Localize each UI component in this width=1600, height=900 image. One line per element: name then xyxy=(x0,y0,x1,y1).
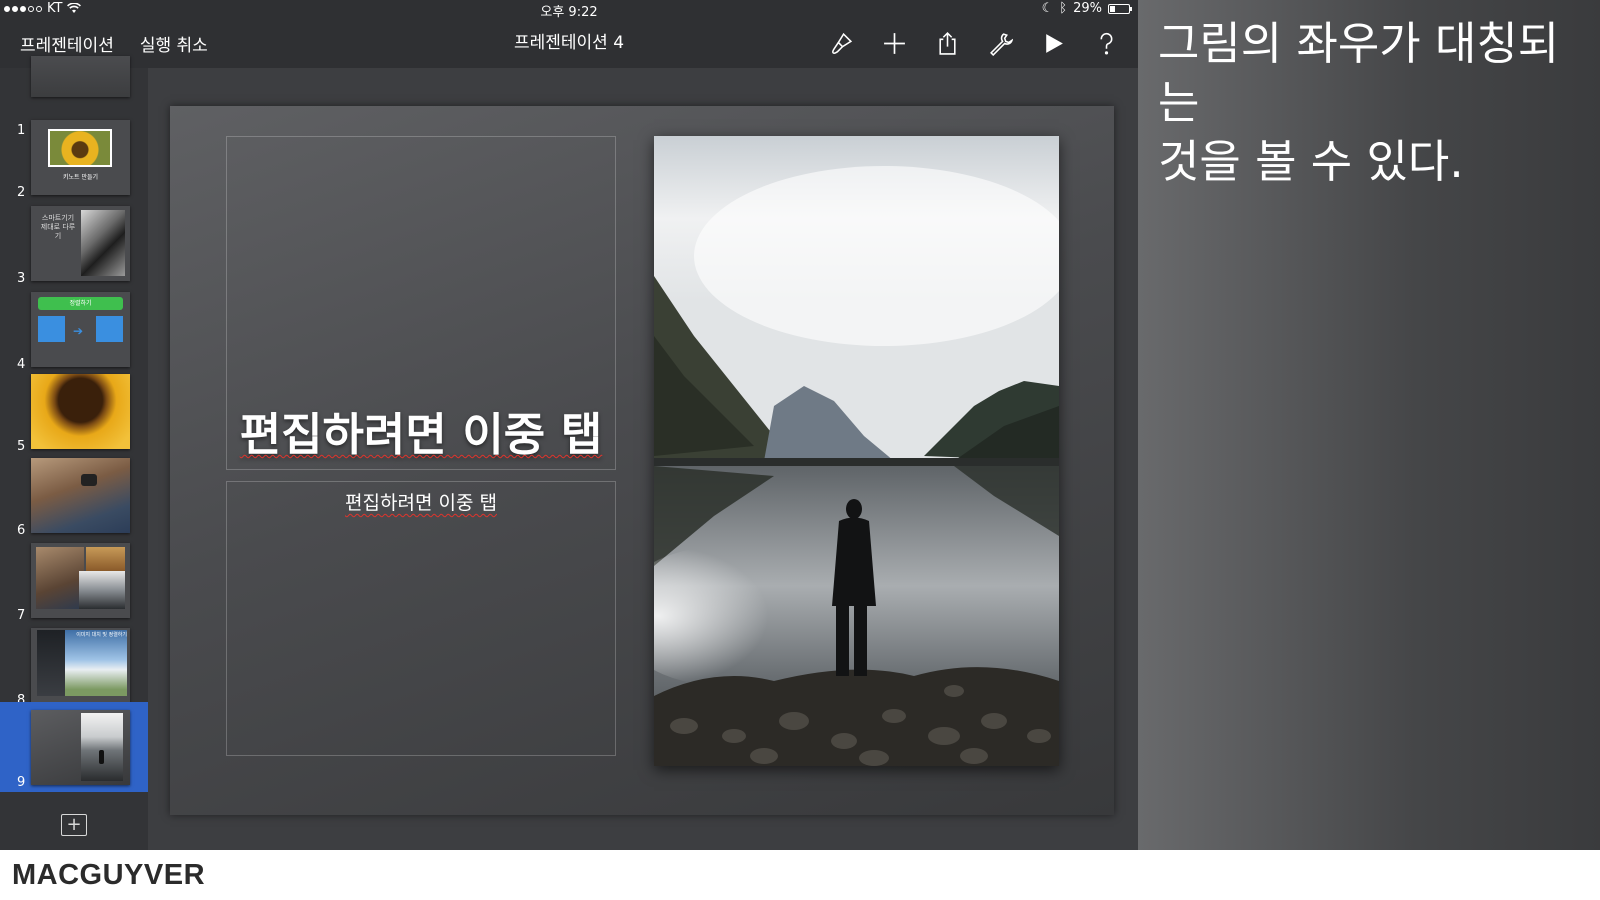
slide-number: 9 xyxy=(17,775,26,790)
back-button[interactable]: 프레젠테이션 xyxy=(20,31,114,56)
caption-panel: 그림의 좌우가 대칭되는 것을 볼 수 있다. xyxy=(1138,0,1600,850)
moon-icon: ☾ xyxy=(1041,1,1054,16)
caption-line-2: 것을 볼 수 있다. xyxy=(1158,135,1464,188)
lake-mountain-photo xyxy=(654,136,1059,766)
slide-thumbnail-5[interactable]: 5 xyxy=(0,372,148,456)
thumb-image: 키노트 만들기 xyxy=(31,120,130,195)
slide-thumbnail-9[interactable]: 9 xyxy=(0,702,148,792)
slide-thumbnail-4[interactable]: 정렬하기 ➔ 4 xyxy=(0,290,148,374)
thumb-image: 이미지 대치 및 정렬하기 xyxy=(31,628,130,703)
undo-button[interactable]: 실행 취소 xyxy=(140,31,208,56)
slide-navigator: 1 키노트 만들기 2 스마트기기 제대로 다루기 3 정렬하기 ➔ 4 5 6… xyxy=(0,56,149,850)
thumb-image: 정렬하기 ➔ xyxy=(31,292,130,367)
title-text-span: 편집하려면 이중 탭 xyxy=(239,408,603,461)
battery-percent: 29% xyxy=(1073,1,1102,16)
ipad-screen: KT 오후 9:22 ☾ ᛒ 29% 프레젠테이션 실행 취소 프레젠테이션 4 xyxy=(0,0,1138,850)
caption-text: 그림의 좌우가 대칭되는 것을 볼 수 있다. xyxy=(1158,14,1588,191)
bluetooth-icon: ᛒ xyxy=(1059,1,1068,16)
slide-number: 5 xyxy=(17,439,26,454)
thumb-caption: 정렬하기 xyxy=(38,297,123,310)
plus-icon: + xyxy=(66,814,82,835)
slide-thumbnail-8[interactable]: 이미지 대치 및 정렬하기 8 xyxy=(0,626,148,710)
body-placeholder-text: 편집하려면 이중 탭 xyxy=(227,488,615,515)
thumb-image xyxy=(31,374,130,449)
slide-number: 6 xyxy=(17,523,26,538)
plus-icon[interactable] xyxy=(881,30,908,57)
thumb-caption: 키노트 만들기 xyxy=(62,174,99,181)
thumb-image xyxy=(31,458,130,533)
battery-icon xyxy=(1108,3,1132,14)
caption-line-1: 그림의 좌우가 대칭되는 xyxy=(1158,17,1560,129)
slide-thumbnail-3[interactable]: 스마트기기 제대로 다루기 3 xyxy=(0,204,148,288)
thumb-image: 스마트기기 제대로 다루기 xyxy=(31,206,130,281)
thumb-image xyxy=(31,710,130,785)
slide-number: 2 xyxy=(17,185,26,200)
play-icon[interactable] xyxy=(1040,30,1067,57)
slide-canvas: 편집하려면 이중 탭 편집하려면 이중 탭 xyxy=(148,68,1138,850)
slide-number: 4 xyxy=(17,357,26,372)
status-right: ☾ ᛒ 29% xyxy=(1041,1,1132,16)
brand-logo: MACGUYVER xyxy=(12,859,206,891)
title-placeholder-text: 편집하려면 이중 탭 xyxy=(227,398,615,463)
title-placeholder[interactable]: 편집하려면 이중 탭 xyxy=(226,136,616,470)
toolbar: 프레젠테이션 실행 취소 프레젠테이션 4 xyxy=(0,18,1138,68)
thumb-caption: 스마트기기 제대로 다루기 xyxy=(40,214,76,240)
status-bar: KT 오후 9:22 ☾ ᛒ 29% xyxy=(0,0,1138,20)
add-slide-button[interactable]: + xyxy=(61,814,87,836)
wrench-icon[interactable] xyxy=(987,30,1014,57)
thumb-image xyxy=(31,56,130,97)
brand-strip: MACGUYVER xyxy=(0,850,1600,900)
thumb-image xyxy=(31,543,130,618)
slide-thumbnail-7[interactable]: 7 xyxy=(0,541,148,625)
slide-photo[interactable] xyxy=(654,136,1059,766)
slide[interactable]: 편집하려면 이중 탭 편집하려면 이중 탭 xyxy=(170,106,1114,815)
share-icon[interactable] xyxy=(934,30,961,57)
slide-thumbnail-2[interactable]: 키노트 만들기 2 xyxy=(0,118,148,202)
thumb-caption: 이미지 대치 및 정렬하기 xyxy=(76,632,127,638)
slide-number: 7 xyxy=(17,608,26,623)
slide-number: 3 xyxy=(17,271,26,286)
format-brush-icon[interactable] xyxy=(828,30,855,57)
help-icon[interactable] xyxy=(1093,30,1120,57)
slide-thumbnail-6[interactable]: 6 xyxy=(0,456,148,540)
body-text-span: 편집하려면 이중 탭 xyxy=(345,492,497,514)
body-placeholder[interactable]: 편집하려면 이중 탭 xyxy=(226,481,616,756)
